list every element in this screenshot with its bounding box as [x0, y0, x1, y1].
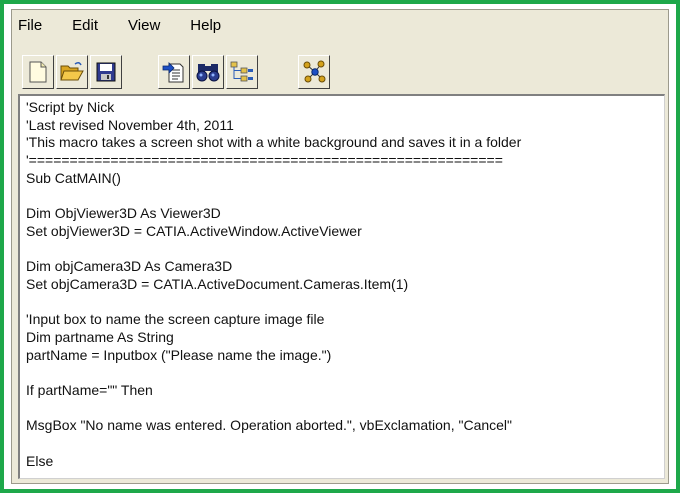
- code-text: 'Script by Nick 'Last revised November 4t…: [26, 99, 521, 470]
- open-file-button[interactable]: [56, 55, 88, 89]
- network-graph-button[interactable]: [298, 55, 330, 89]
- code-line: MsgBox "No name was entered. Operation a…: [26, 417, 513, 434]
- code-line: Set objViewer3D = CATIA.ActiveWindow.Act…: [26, 222, 362, 239]
- code-line: partName = Inputbox ("Please name the im…: [26, 346, 332, 363]
- code-line: 'This macro takes a screen shot with a w…: [26, 134, 522, 151]
- code-line: Set objCamera3D = CATIA.ActiveDocument.C…: [26, 275, 409, 292]
- code-editor[interactable]: 'Script by Nick 'Last revised November 4t…: [18, 94, 665, 479]
- insert-file-button[interactable]: [158, 55, 190, 89]
- new-file-button[interactable]: [22, 55, 54, 89]
- save-button[interactable]: [90, 55, 122, 89]
- menu-help[interactable]: Help: [189, 17, 222, 34]
- code-line: If partName="" Then: [26, 382, 153, 398]
- code-line: Dim objCamera3D As Camera3D: [26, 258, 233, 275]
- menu-edit[interactable]: Edit: [71, 17, 99, 34]
- menu-bar: File Edit View Help: [12, 10, 668, 40]
- save-icon: [95, 61, 117, 83]
- code-line: 'Input box to name the screen capture im…: [26, 311, 325, 328]
- menu-file[interactable]: File: [17, 17, 43, 34]
- code-line: 'Last revised November 4th, 2011: [26, 116, 234, 133]
- find-button[interactable]: [192, 55, 224, 89]
- object-browser-button[interactable]: [226, 55, 258, 89]
- code-line: Else: [26, 452, 54, 469]
- code-line: Dim partname As String: [26, 328, 174, 345]
- code-line: 'Script by Nick: [26, 99, 115, 115]
- network-graph-icon: [301, 59, 327, 85]
- green-frame: File Edit View Help 'Script by Nick 'Las…: [0, 0, 680, 493]
- object-browser-icon: [229, 60, 255, 84]
- open-folder-icon: [59, 61, 85, 83]
- code-line: Sub CatMAIN(): [26, 169, 121, 186]
- code-line: '=======================================…: [26, 152, 503, 169]
- macro-editor-window: File Edit View Help 'Script by Nick 'Las…: [11, 9, 669, 484]
- find-binoculars-icon: [195, 61, 221, 83]
- code-line: Dim ObjViewer3D As Viewer3D: [26, 205, 221, 222]
- toolbar: [12, 44, 668, 94]
- insert-file-icon: [162, 60, 186, 84]
- new-file-icon: [27, 60, 49, 84]
- menu-view[interactable]: View: [127, 17, 161, 34]
